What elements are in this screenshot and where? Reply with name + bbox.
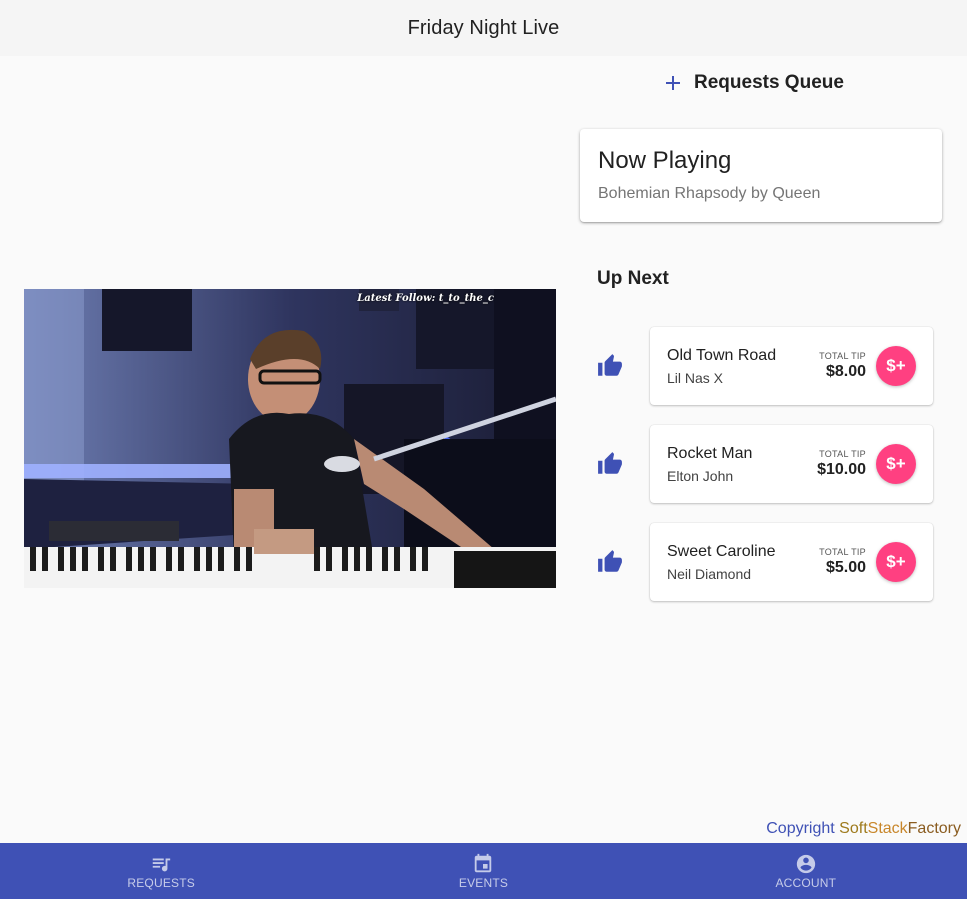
list-item: Old Town Road Lil Nas X TOTAL TIP $8.00 … [596,327,936,405]
nav-account[interactable]: ACCOUNT [645,843,967,899]
brand-part-soft: Soft [839,820,868,837]
request-song: Sweet Caroline [667,543,776,560]
brand-part-stack: Stack [867,820,908,837]
nav-events-label: EVENTS [458,875,509,890]
video-frame [24,289,556,588]
tip-label: TOTAL TIP [819,449,866,459]
tip-amount: $5.00 [825,559,866,576]
thumb-up-icon[interactable] [596,549,624,575]
request-artist: Elton John [667,468,734,484]
now-playing-track: Bohemian Rhapsody by Queen [598,185,821,202]
calendar-icon [475,853,492,872]
add-tip-button[interactable]: $+ [876,346,916,386]
brand-part-factory: Factory [907,820,961,837]
stream-overlay-text: Latest Follow: t_to_the_c [357,293,494,304]
tip-amount: $8.00 [825,363,866,380]
queue-music-icon [152,858,171,871]
request-song: Rocket Man [667,445,753,462]
requests-queue-header: Requests Queue [664,70,844,96]
requests-queue-label: Requests Queue [694,72,844,93]
now-playing-card: Now Playing Bohemian Rhapsody by Queen [580,129,942,222]
plus-icon[interactable] [664,74,682,92]
copyright-label: Copyright [766,820,835,837]
thumb-up-icon[interactable] [596,451,624,477]
tip-label: TOTAL TIP [819,547,866,557]
request-artist: Lil Nas X [667,370,724,386]
request-card: Sweet Caroline Neil Diamond TOTAL TIP $5… [650,523,933,601]
nav-account-label: ACCOUNT [775,875,837,890]
now-playing-heading: Now Playing [598,147,732,174]
add-tip-button[interactable]: $+ [876,444,916,484]
list-item: Rocket Man Elton John TOTAL TIP $10.00 $… [596,425,936,503]
add-tip-button[interactable]: $+ [876,542,916,582]
live-video-stream[interactable]: Latest Follow: t_to_the_c [24,289,556,588]
copyright-notice: Copyright SoftStackFactory [766,820,961,838]
app-bar: Friday Night Live [0,0,967,56]
bottom-navigation: REQUESTS EVENTS ACCOUNT [0,843,967,899]
nav-requests-label: REQUESTS [127,875,195,890]
account-circle-icon [796,854,815,873]
request-card: Old Town Road Lil Nas X TOTAL TIP $8.00 … [650,327,933,405]
request-card: Rocket Man Elton John TOTAL TIP $10.00 $… [650,425,933,503]
request-song: Old Town Road [667,347,777,364]
tip-label: TOTAL TIP [819,351,866,361]
thumb-up-icon[interactable] [596,353,624,379]
nav-events[interactable]: EVENTS [322,843,644,899]
tip-amount: $10.00 [817,461,866,478]
page-title: Friday Night Live [407,16,560,39]
nav-requests[interactable]: REQUESTS [0,843,322,899]
up-next-heading: Up Next [597,268,669,289]
request-artist: Neil Diamond [667,566,752,582]
list-item: Sweet Caroline Neil Diamond TOTAL TIP $5… [596,523,936,601]
